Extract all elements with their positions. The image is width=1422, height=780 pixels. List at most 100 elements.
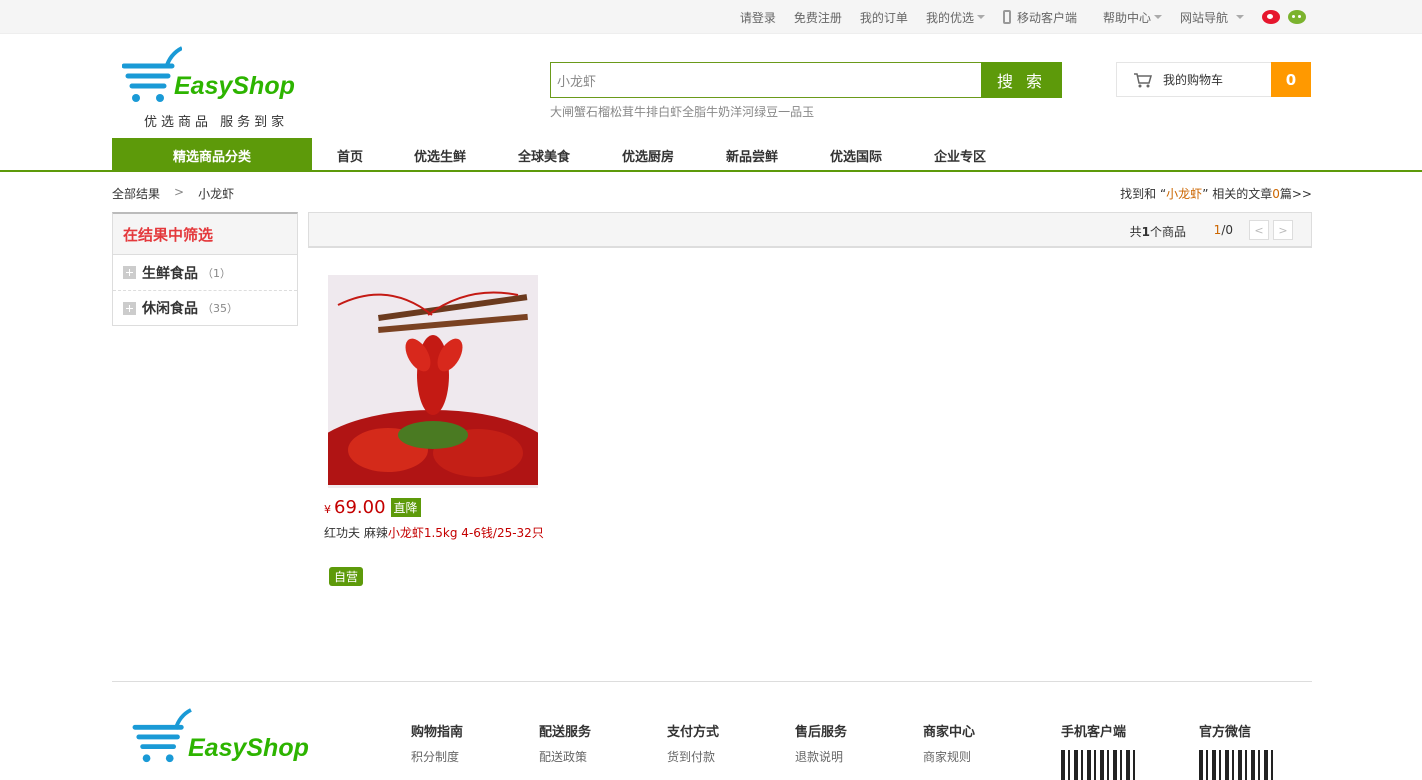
chevron-down-icon [1153,15,1162,19]
shopping-cart-icon [1134,72,1152,87]
my-orders-link[interactable]: 我的订单 [860,9,908,26]
filter-item-count: （1） [202,266,231,280]
filter-item-label: 生鲜食品 [142,265,198,282]
product-image[interactable] [303,275,563,520]
weibo-icon[interactable] [1262,10,1280,24]
nav-item-international[interactable]: 优选国际 [804,138,908,172]
self-operated-badge: 自营 [329,567,364,586]
nav-item-home[interactable]: 首页 [312,138,388,172]
cart-button[interactable]: 我的购物车 0 [1116,62,1311,97]
chevron-down-icon [976,15,985,19]
help-center-label: 帮助中心 [1102,10,1151,25]
wechat-qr-code [1199,750,1275,780]
footer-wechat: 官方微信 [1199,721,1275,780]
page-indicator: 1/0 [1214,223,1233,237]
found-prefix: 找到和 “ [1120,187,1167,201]
site-nav-label: 网站导航 [1179,10,1228,25]
found-count: 0 [1272,187,1280,201]
page-total: 0 [1225,223,1233,237]
hot-word[interactable]: 牛排 [634,103,658,120]
phone-icon [1002,10,1011,24]
found-unit: 篇>> [1279,187,1312,201]
next-page-button[interactable]: > [1273,220,1293,240]
prev-page-button[interactable]: < [1249,220,1269,240]
result-total-prefix: 共 [1129,225,1142,239]
footer-col-title: 支付方式 [667,725,720,740]
site-logo[interactable]: EasyShop 优选商品 服务到家 [122,46,322,130]
footer-logo[interactable]: EasyShop [132,708,332,768]
hot-words: 大闸蟹 石榴 松茸 牛排 白虾 全脂牛奶 洋河 绿豆 一品玉 [550,103,1062,120]
footer-col-payment: 支付方式 货到付款 [667,721,719,765]
site-footer: EasyShop 购物指南 积分制度 配送服务 配送政策 支付方式 货到付款 售… [112,681,1312,780]
product-title-post: 1.5kg 4-6钱/25-32只 [423,526,544,540]
result-total-suffix: 个商品 [1149,225,1186,239]
help-center-menu[interactable]: 帮助中心 [1103,9,1162,26]
mobile-client-link[interactable]: 移动客户端 [1002,9,1077,26]
nav-item-global-food[interactable]: 全球美食 [492,138,596,172]
search-button[interactable]: 搜 索 [981,62,1062,98]
product-title-link[interactable]: 红功夫 麻辣小龙虾1.5kg 4-6钱/25-32只 [324,524,544,541]
filter-title: 在结果中筛选 [113,214,297,255]
expand-plus-icon[interactable] [123,266,136,279]
hot-word[interactable]: 白虾 [658,103,682,120]
cart-count-badge: 0 [1271,62,1311,97]
nav-item-new[interactable]: 新品尝鲜 [700,138,804,172]
footer-col-delivery: 配送服务 配送政策 [539,721,591,765]
hot-word[interactable]: 松茸 [610,103,634,120]
top-bar: 请登录 免费注册 我的订单 我的优选 移动客户端 帮助中心 网站导航 [0,0,1422,34]
price-value: 69.00 [334,497,386,518]
cart-logo-icon [122,46,182,102]
breadcrumb-root[interactable]: 全部结果 [112,185,160,202]
hot-word[interactable]: 大闸蟹 [550,103,586,120]
main-nav: 精选商品分类 首页 优选生鲜 全球美食 优选厨房 新品尝鲜 优选国际 企业专区 [0,138,1422,172]
hot-word[interactable]: 洋河 [730,103,754,120]
footer-col-title: 售后服务 [795,725,848,740]
nav-item-kitchen[interactable]: 优选厨房 [596,138,700,172]
footer-col-title: 商家中心 [923,725,976,740]
nav-item-fresh[interactable]: 优选生鲜 [388,138,492,172]
hot-word[interactable]: 一品玉 [778,103,814,120]
my-youxuan-menu[interactable]: 我的优选 [926,9,985,26]
footer-link[interactable]: 商家规则 [923,750,971,764]
footer-app: 手机客户端 [1061,721,1137,780]
related-articles-link[interactable]: 找到和 “小龙虾” 相关的文章0篇>> [1120,185,1312,202]
login-link[interactable]: 请登录 [740,9,776,26]
hot-word[interactable]: 石榴 [586,103,610,120]
social-links [1262,10,1306,24]
filter-panel: 在结果中筛选 生鲜食品 （1） 休闲食品 （35） [112,212,298,326]
result-total: 共1个商品 [1130,223,1186,240]
crayfish-image [303,275,563,520]
expand-plus-icon[interactable] [123,301,136,315]
footer-app-title: 手机客户端 [1061,725,1127,740]
footer-logo-text: EasyShop [188,734,309,762]
footer-col-title: 购物指南 [411,725,464,740]
footer-link[interactable]: 退款说明 [795,750,843,764]
result-total-count: 1 [1141,225,1150,239]
nav-item-enterprise[interactable]: 企业专区 [908,138,1012,172]
result-toolbar: 共1个商品 1/0 < > [308,212,1312,248]
footer-col-merchant: 商家中心 商家规则 [923,721,975,765]
breadcrumb-separator: > [174,185,185,199]
my-youxuan-label: 我的优选 [925,10,974,25]
product-price: ¥69.00 [324,497,386,518]
search-input[interactable] [550,62,981,98]
hot-word[interactable]: 全脂牛奶 [682,103,730,120]
found-suffix: ” 相关的文章 [1202,187,1273,201]
app-qr-code [1061,750,1137,780]
footer-link[interactable]: 货到付款 [667,750,715,764]
footer-link[interactable]: 配送政策 [539,750,587,764]
filter-item-label: 休闲食品 [142,301,198,317]
cart-logo-icon [132,708,192,763]
currency-symbol: ¥ [324,503,331,516]
wechat-icon[interactable] [1288,10,1306,24]
hot-word[interactable]: 绿豆 [754,103,778,120]
footer-link[interactable]: 积分制度 [411,750,459,764]
breadcrumb-row: 全部结果 > 小龙虾 找到和 “小龙虾” 相关的文章0篇>> [0,172,1422,212]
breadcrumb-current: 小龙虾 [198,187,235,201]
register-link[interactable]: 免费注册 [794,9,842,26]
search-area: 搜 索 大闸蟹 石榴 松茸 牛排 白虾 全脂牛奶 洋河 绿豆 一品玉 [550,62,1062,120]
site-nav-menu[interactable]: 网站导航 [1180,9,1244,26]
category-menu-button[interactable]: 精选商品分类 [112,138,312,172]
filter-item-fresh-food[interactable]: 生鲜食品 （1） [113,255,297,290]
filter-item-snack-food[interactable]: 休闲食品 （35） [113,290,297,325]
